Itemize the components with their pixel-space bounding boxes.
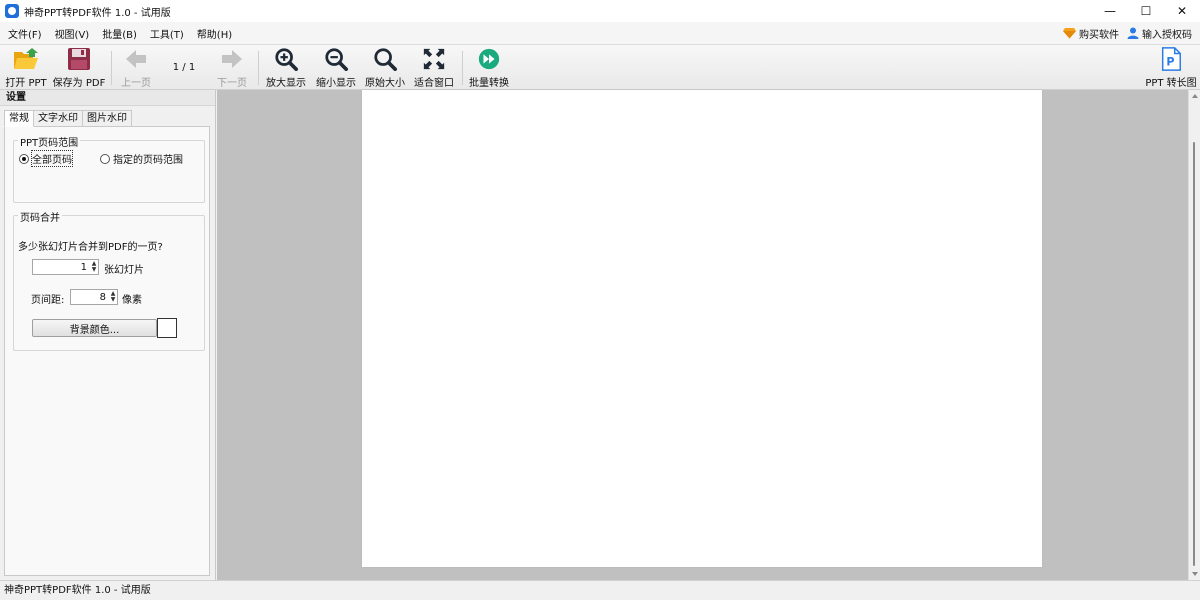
open-ppt-button[interactable]: 打开 PPT bbox=[5, 47, 47, 89]
vertical-scrollbar[interactable] bbox=[1188, 90, 1200, 580]
prev-page-label: 上一页 bbox=[121, 78, 151, 89]
window-controls: — ☐ ✕ bbox=[1092, 0, 1200, 22]
svg-text:P: P bbox=[1166, 55, 1174, 68]
merge-question: 多少张幻灯片合并到PDF的一页? bbox=[18, 242, 163, 253]
batch-convert-label: 批量转换 bbox=[469, 78, 509, 89]
pdf-page-preview bbox=[362, 90, 1042, 567]
slides-per-page-value: 1 bbox=[80, 261, 87, 273]
page-spacing-value: 8 bbox=[99, 291, 106, 303]
buy-software-label: 购买软件 bbox=[1079, 29, 1119, 41]
all-pages-radio[interactable]: 全部页码 bbox=[19, 150, 73, 167]
magnifier-icon bbox=[374, 48, 397, 71]
toolbar-separator bbox=[258, 51, 259, 85]
spin-arrows-icon[interactable]: ▲ ▼ bbox=[90, 260, 98, 274]
original-size-button[interactable]: 原始大小 bbox=[363, 47, 407, 89]
all-pages-label: 全部页码 bbox=[31, 150, 73, 167]
fast-forward-icon bbox=[478, 48, 500, 70]
fit-window-label: 适合窗口 bbox=[414, 78, 454, 89]
page-merge-title: 页码合并 bbox=[18, 209, 62, 224]
enter-license-link[interactable]: 输入授权码 bbox=[1127, 26, 1192, 41]
slides-unit-label: 张幻灯片 bbox=[104, 265, 144, 276]
scroll-down-icon[interactable] bbox=[1192, 572, 1198, 576]
menu-view[interactable]: 视图(V) bbox=[50, 26, 95, 41]
settings-panel: 设置 常规 文字水印 图片水印 PPT页码范围 全部页码 指定的页码范围 页码合… bbox=[0, 90, 216, 580]
next-page-button[interactable]: 下一页 bbox=[214, 47, 250, 89]
settings-title: 设置 bbox=[0, 90, 215, 106]
tab-general[interactable]: 常规 bbox=[4, 110, 34, 127]
title-bar: 神奇PPT转PDF软件 1.0 - 试用版 — ☐ ✕ bbox=[0, 0, 1200, 22]
ppt-to-long-image-label: PPT 转长图 bbox=[1145, 78, 1197, 89]
arrow-right-icon bbox=[222, 50, 242, 68]
app-icon bbox=[5, 4, 19, 18]
arrow-left-icon bbox=[126, 50, 146, 68]
user-icon bbox=[1127, 27, 1139, 39]
page-merge-group: 页码合并 多少张幻灯片合并到PDF的一页? 1 ▲ ▼ 张幻灯片 页间距: 8 ▲… bbox=[13, 209, 205, 351]
zoom-in-icon bbox=[275, 48, 298, 71]
scroll-up-icon[interactable] bbox=[1192, 94, 1198, 98]
expand-icon bbox=[423, 48, 445, 70]
original-size-label: 原始大小 bbox=[365, 78, 405, 89]
save-pdf-label: 保存为 PDF bbox=[52, 78, 106, 89]
specified-range-label: 指定的页码范围 bbox=[113, 155, 183, 166]
save-icon bbox=[68, 48, 90, 70]
zoom-in-label: 放大显示 bbox=[266, 78, 306, 89]
menu-file[interactable]: 文件(F) bbox=[3, 26, 47, 41]
page-spacing-label: 页间距: bbox=[31, 295, 65, 306]
open-ppt-label: 打开 PPT bbox=[5, 78, 47, 89]
status-bar: 神奇PPT转PDF软件 1.0 - 试用版 bbox=[0, 580, 1200, 600]
toolbar-separator bbox=[462, 51, 463, 85]
fit-window-button[interactable]: 适合窗口 bbox=[412, 47, 456, 89]
page-range-group: PPT页码范围 全部页码 指定的页码范围 bbox=[13, 134, 205, 203]
tab-text-watermark[interactable]: 文字水印 bbox=[33, 110, 83, 126]
diamond-icon bbox=[1063, 28, 1076, 39]
toolbar: 打开 PPT 保存为 PDF 上一页 1 / 1 下一页 放大显示 缩小显示 原… bbox=[0, 44, 1200, 90]
page-range-title: PPT页码范围 bbox=[18, 134, 81, 149]
prev-page-button[interactable]: 上一页 bbox=[118, 47, 154, 89]
tab-image-watermark[interactable]: 图片水印 bbox=[82, 110, 132, 126]
menu-batch[interactable]: 批量(B) bbox=[97, 26, 142, 41]
menu-help[interactable]: 帮助(H) bbox=[192, 26, 237, 41]
menu-tools[interactable]: 工具(T) bbox=[145, 26, 189, 41]
buy-software-link[interactable]: 购买软件 bbox=[1063, 26, 1119, 41]
zoom-out-label: 缩小显示 bbox=[316, 78, 356, 89]
page-spacing-stepper[interactable]: 8 ▲ ▼ bbox=[70, 289, 118, 305]
save-pdf-button[interactable]: 保存为 PDF bbox=[52, 47, 106, 89]
settings-tabs: 常规 文字水印 图片水印 bbox=[4, 110, 132, 127]
radio-unselected-icon bbox=[100, 153, 110, 164]
spin-arrows-icon[interactable]: ▲ ▼ bbox=[109, 290, 117, 304]
general-tab-content: PPT页码范围 全部页码 指定的页码范围 页码合并 多少张幻灯片合并到PDF的一… bbox=[4, 126, 210, 576]
background-color-button[interactable]: 背景颜色... bbox=[32, 319, 157, 337]
ppt-file-icon: P bbox=[1161, 47, 1181, 71]
background-color-swatch[interactable] bbox=[157, 318, 177, 338]
next-page-label: 下一页 bbox=[217, 78, 247, 89]
slides-per-page-stepper[interactable]: 1 ▲ ▼ bbox=[32, 259, 99, 275]
zoom-in-button[interactable]: 放大显示 bbox=[264, 47, 308, 89]
ppt-to-long-image-button[interactable]: P PPT 转长图 bbox=[1144, 47, 1198, 89]
scrollbar-thumb[interactable] bbox=[1193, 142, 1195, 566]
minimize-button[interactable]: — bbox=[1092, 0, 1128, 22]
specified-range-radio[interactable]: 指定的页码范围 bbox=[100, 151, 183, 166]
preview-area bbox=[217, 90, 1188, 580]
maximize-button[interactable]: ☐ bbox=[1128, 0, 1164, 22]
window-title: 神奇PPT转PDF软件 1.0 - 试用版 bbox=[24, 7, 171, 19]
close-button[interactable]: ✕ bbox=[1164, 0, 1200, 22]
menu-bar: 文件(F) 视图(V) 批量(B) 工具(T) 帮助(H) 购买软件 输入授权码 bbox=[0, 22, 1200, 44]
enter-license-label: 输入授权码 bbox=[1142, 29, 1192, 41]
folder-open-icon bbox=[14, 48, 38, 69]
spacing-unit-label: 像素 bbox=[122, 295, 142, 306]
batch-convert-button[interactable]: 批量转换 bbox=[467, 47, 511, 89]
radio-selected-icon bbox=[19, 153, 29, 164]
page-indicator: 1 / 1 bbox=[172, 62, 196, 73]
toolbar-separator bbox=[111, 51, 112, 85]
zoom-out-icon bbox=[325, 48, 348, 71]
zoom-out-button[interactable]: 缩小显示 bbox=[314, 47, 358, 89]
